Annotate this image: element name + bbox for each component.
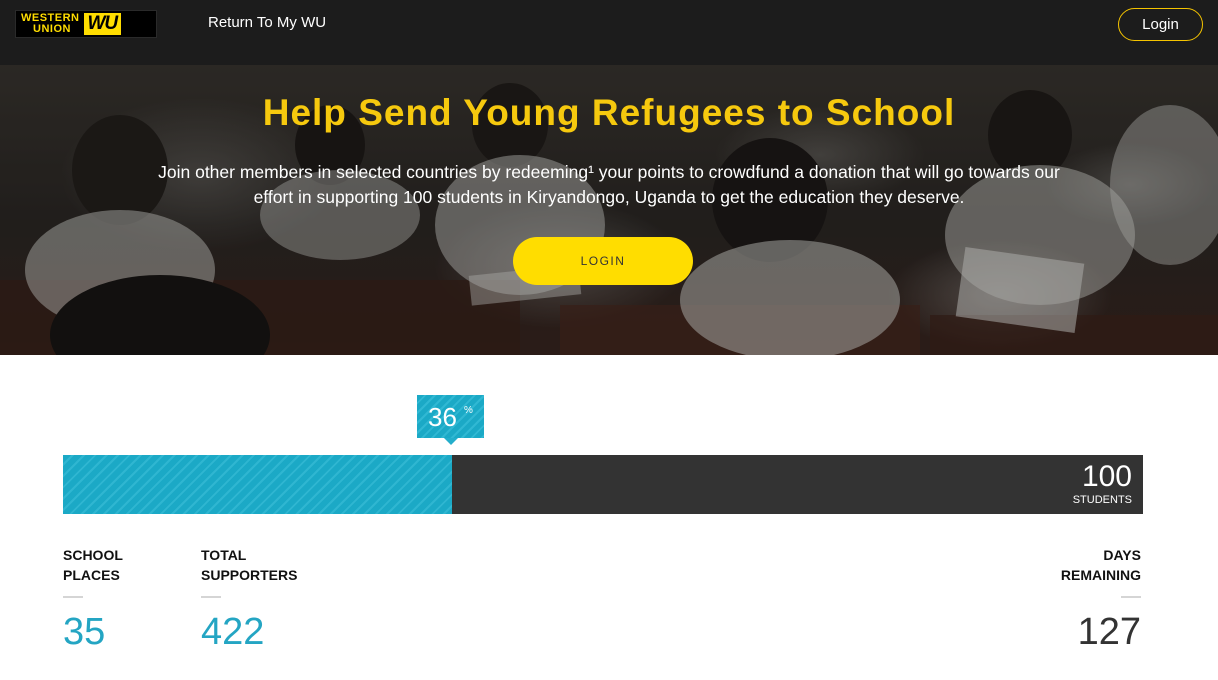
stat-value-school-places: 35 bbox=[63, 611, 106, 653]
hero-login-button[interactable]: LOGIN bbox=[513, 237, 693, 285]
stat-label-line: DAYS bbox=[1103, 547, 1141, 563]
stat-label-line: REMAINING bbox=[1060, 567, 1141, 583]
goal-unit-label: STUDENTS bbox=[1072, 494, 1132, 506]
stat-label-days-remaining: DAYS REMAINING bbox=[1061, 545, 1141, 585]
stat-school-places: SCHOOL PLACES 35 bbox=[63, 545, 123, 654]
stat-divider bbox=[63, 596, 83, 598]
stat-label-line: SCHOOL bbox=[63, 547, 123, 563]
stat-days-remaining: DAYS REMAINING 127 bbox=[1061, 545, 1141, 654]
progress-bar-fill bbox=[63, 455, 452, 514]
hero-description: Join other members in selected countries… bbox=[158, 162, 1060, 207]
stat-label-line: PLACES bbox=[63, 567, 120, 583]
stat-label-school-places: SCHOOL PLACES bbox=[63, 545, 123, 585]
stat-label-total-supporters: TOTAL SUPPORTERS bbox=[201, 545, 297, 585]
hero-banner: Help Send Young Refugees to School Join … bbox=[0, 65, 1218, 355]
western-union-logo[interactable]: WESTERN UNION WU bbox=[15, 10, 157, 38]
logo-word-2: UNION bbox=[33, 23, 71, 35]
progress-percent-unit: % bbox=[464, 405, 473, 416]
stat-total-supporters: TOTAL SUPPORTERS 422 bbox=[201, 545, 297, 654]
stat-divider bbox=[1121, 596, 1141, 598]
logo-mark: WU bbox=[83, 13, 122, 35]
goal-number: 100 bbox=[1081, 460, 1132, 493]
stat-value-total-supporters: 422 bbox=[201, 611, 265, 653]
return-to-my-wu-link[interactable]: Return To My WU bbox=[208, 14, 326, 31]
progress-bar: 100 STUDENTS bbox=[63, 455, 1143, 514]
top-navigation-bar: WESTERN UNION WU Return To My WU Login bbox=[0, 0, 1218, 65]
logo-wordmark: WESTERN UNION bbox=[21, 13, 80, 35]
header-login-button[interactable]: Login bbox=[1118, 8, 1203, 41]
stat-divider bbox=[201, 596, 221, 598]
stat-label-line: SUPPORTERS bbox=[201, 567, 298, 583]
stat-value-days-remaining: 127 bbox=[1077, 611, 1141, 653]
progress-percent-value: 36 bbox=[428, 402, 457, 432]
stat-label-line: TOTAL bbox=[201, 547, 247, 563]
hero-title: Help Send Young Refugees to School bbox=[262, 92, 956, 133]
progress-percent-badge: 36 % bbox=[417, 395, 484, 445]
